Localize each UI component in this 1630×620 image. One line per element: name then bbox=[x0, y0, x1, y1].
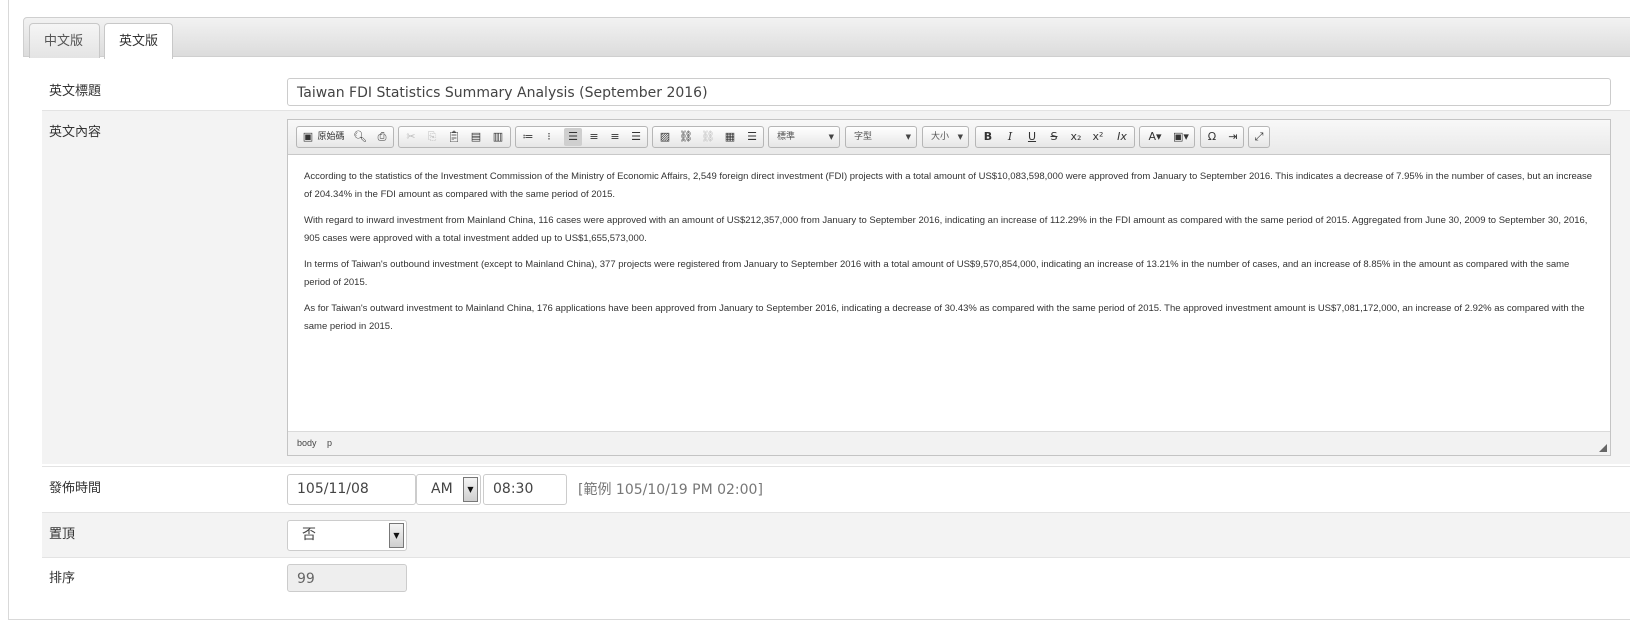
chevron-down-icon: ▼ bbox=[957, 133, 963, 141]
content-paragraph: In terms of Taiwan's outbound investment… bbox=[304, 259, 1570, 288]
language-tabbar: 中文版 英文版 bbox=[23, 17, 1630, 59]
source-button[interactable]: 原始碼 bbox=[315, 128, 347, 146]
remove-format-icon[interactable]: Ix bbox=[1113, 128, 1131, 146]
content-paragraph: According to the statistics of the Inves… bbox=[304, 171, 1593, 200]
format-combo[interactable]: 標準 ▼ bbox=[768, 126, 840, 148]
size-combo-label: 大小 bbox=[931, 132, 950, 142]
maximize-icon[interactable]: ⤢ bbox=[1250, 128, 1268, 146]
paste-word-icon[interactable]: ▥ bbox=[489, 128, 507, 146]
pin-row: 置頂 bbox=[42, 512, 1630, 557]
print-icon[interactable]: ⎙ bbox=[373, 128, 391, 146]
publish-time-input[interactable]: 08:30 bbox=[483, 474, 567, 505]
special-char-icon[interactable]: Ω bbox=[1203, 128, 1221, 146]
table-icon[interactable]: ▦ bbox=[721, 128, 739, 146]
tab-chinese[interactable]: 中文版 bbox=[29, 23, 100, 58]
order-label: 排序 bbox=[49, 571, 76, 586]
ampm-value: AM bbox=[431, 481, 453, 497]
background-color-icon[interactable]: ▣▾ bbox=[1169, 128, 1193, 146]
bulleted-list-icon[interactable]: ⁝ bbox=[540, 128, 558, 146]
font-combo-label: 字型 bbox=[854, 132, 873, 142]
editor-content[interactable]: According to the statistics of the Inves… bbox=[288, 156, 1610, 431]
editor-toolbar: ▣ 原始碼 🔍︎ ⎙ ✂ ⎘ 📋︎ ▤ ▥ ≔ ⁝ ☰ ≡ ≡ ☰ ▨ ⛓ ⛓ … bbox=[288, 120, 1610, 155]
order-row: 排序 bbox=[42, 557, 1630, 601]
italic-icon[interactable]: I bbox=[1001, 128, 1019, 146]
bold-icon[interactable]: B bbox=[979, 128, 997, 146]
tab-english[interactable]: 英文版 bbox=[104, 23, 173, 59]
publish-hint: [範例 105/10/19 PM 02:00] bbox=[578, 482, 763, 498]
unlink-icon[interactable]: ⛓ bbox=[699, 128, 717, 146]
editor-statusbar: body p bbox=[288, 431, 1610, 455]
pin-value: 否 bbox=[302, 527, 316, 543]
numbered-list-icon[interactable]: ≔ bbox=[519, 128, 537, 146]
pin-label: 置頂 bbox=[49, 527, 76, 542]
align-justify-icon[interactable]: ☰ bbox=[627, 128, 645, 146]
chevron-down-icon: ▼ bbox=[905, 133, 911, 141]
link-icon[interactable]: ⛓ bbox=[677, 128, 695, 146]
format-combo-label: 標準 bbox=[777, 132, 796, 142]
cut-icon[interactable]: ✂ bbox=[402, 128, 420, 146]
content-paragraph: With regard to inward investment from Ma… bbox=[304, 215, 1588, 244]
image-icon[interactable]: ▨ bbox=[656, 128, 674, 146]
font-combo[interactable]: 字型 ▼ bbox=[845, 126, 917, 148]
toolbar-group-document: ▣ 原始碼 🔍︎ ⎙ bbox=[296, 126, 394, 148]
order-input[interactable]: 99 bbox=[287, 564, 407, 592]
toolbar-group-colors: A▾ ▣▾ bbox=[1139, 126, 1195, 148]
underline-icon[interactable]: U bbox=[1023, 128, 1041, 146]
toolbar-group-view: ⤢ bbox=[1248, 126, 1270, 148]
paste-text-icon[interactable]: ▤ bbox=[467, 128, 485, 146]
align-right-icon[interactable]: ≡ bbox=[606, 128, 624, 146]
rich-text-editor: ▣ 原始碼 🔍︎ ⎙ ✂ ⎘ 📋︎ ▤ ▥ ≔ ⁝ ☰ ≡ ≡ ☰ ▨ ⛓ ⛓ … bbox=[287, 119, 1611, 456]
toolbar-group-insert: ▨ ⛓ ⛓ ▦ ☰ bbox=[652, 126, 764, 148]
pin-select[interactable]: 否 ▼ bbox=[287, 520, 407, 551]
content-paragraph: As for Taiwan's outward investment to Ma… bbox=[304, 303, 1585, 332]
content-label: 英文內容 bbox=[49, 125, 102, 140]
chevron-down-icon[interactable]: ▼ bbox=[463, 477, 478, 502]
toolbar-group-paragraph: ≔ ⁝ ☰ ≡ ≡ ☰ bbox=[515, 126, 648, 148]
chevron-down-icon[interactable]: ▼ bbox=[389, 523, 404, 548]
chevron-down-icon: ▼ bbox=[828, 133, 834, 141]
title-label: 英文標題 bbox=[49, 84, 102, 99]
toolbar-group-clipboard: ✂ ⎘ 📋︎ ▤ ▥ bbox=[398, 126, 511, 148]
subscript-icon[interactable]: x₂ bbox=[1067, 128, 1085, 146]
copy-icon[interactable]: ⎘ bbox=[423, 128, 441, 146]
text-color-icon[interactable]: A▾ bbox=[1143, 128, 1167, 146]
align-left-icon[interactable]: ☰ bbox=[564, 128, 582, 146]
path-element-body[interactable]: body bbox=[297, 438, 317, 448]
horizontal-rule-icon[interactable]: ☰ bbox=[743, 128, 761, 146]
publish-row: 發佈時間 bbox=[42, 466, 1630, 512]
preview-icon[interactable]: 🔍︎ bbox=[351, 128, 369, 146]
align-center-icon[interactable]: ≡ bbox=[585, 128, 603, 146]
path-element-p[interactable]: p bbox=[327, 438, 332, 448]
strikethrough-icon[interactable]: S bbox=[1045, 128, 1063, 146]
publish-date-input[interactable]: 105/11/08 bbox=[287, 474, 416, 505]
toolbar-group-special: Ω ⇥ bbox=[1200, 126, 1244, 148]
publish-label: 發佈時間 bbox=[49, 481, 102, 496]
title-input[interactable]: Taiwan FDI Statistics Summary Analysis (… bbox=[287, 78, 1611, 106]
ampm-select[interactable]: AM ▼ bbox=[416, 474, 481, 505]
indent-icon[interactable]: ⇥ bbox=[1224, 128, 1242, 146]
size-combo[interactable]: 大小 ▼ bbox=[922, 126, 969, 148]
resize-handle[interactable] bbox=[1599, 444, 1607, 452]
paste-icon[interactable]: 📋︎ bbox=[445, 128, 463, 146]
superscript-icon[interactable]: x² bbox=[1089, 128, 1107, 146]
toolbar-group-styles: B I U S x₂ x² Ix bbox=[975, 126, 1135, 148]
